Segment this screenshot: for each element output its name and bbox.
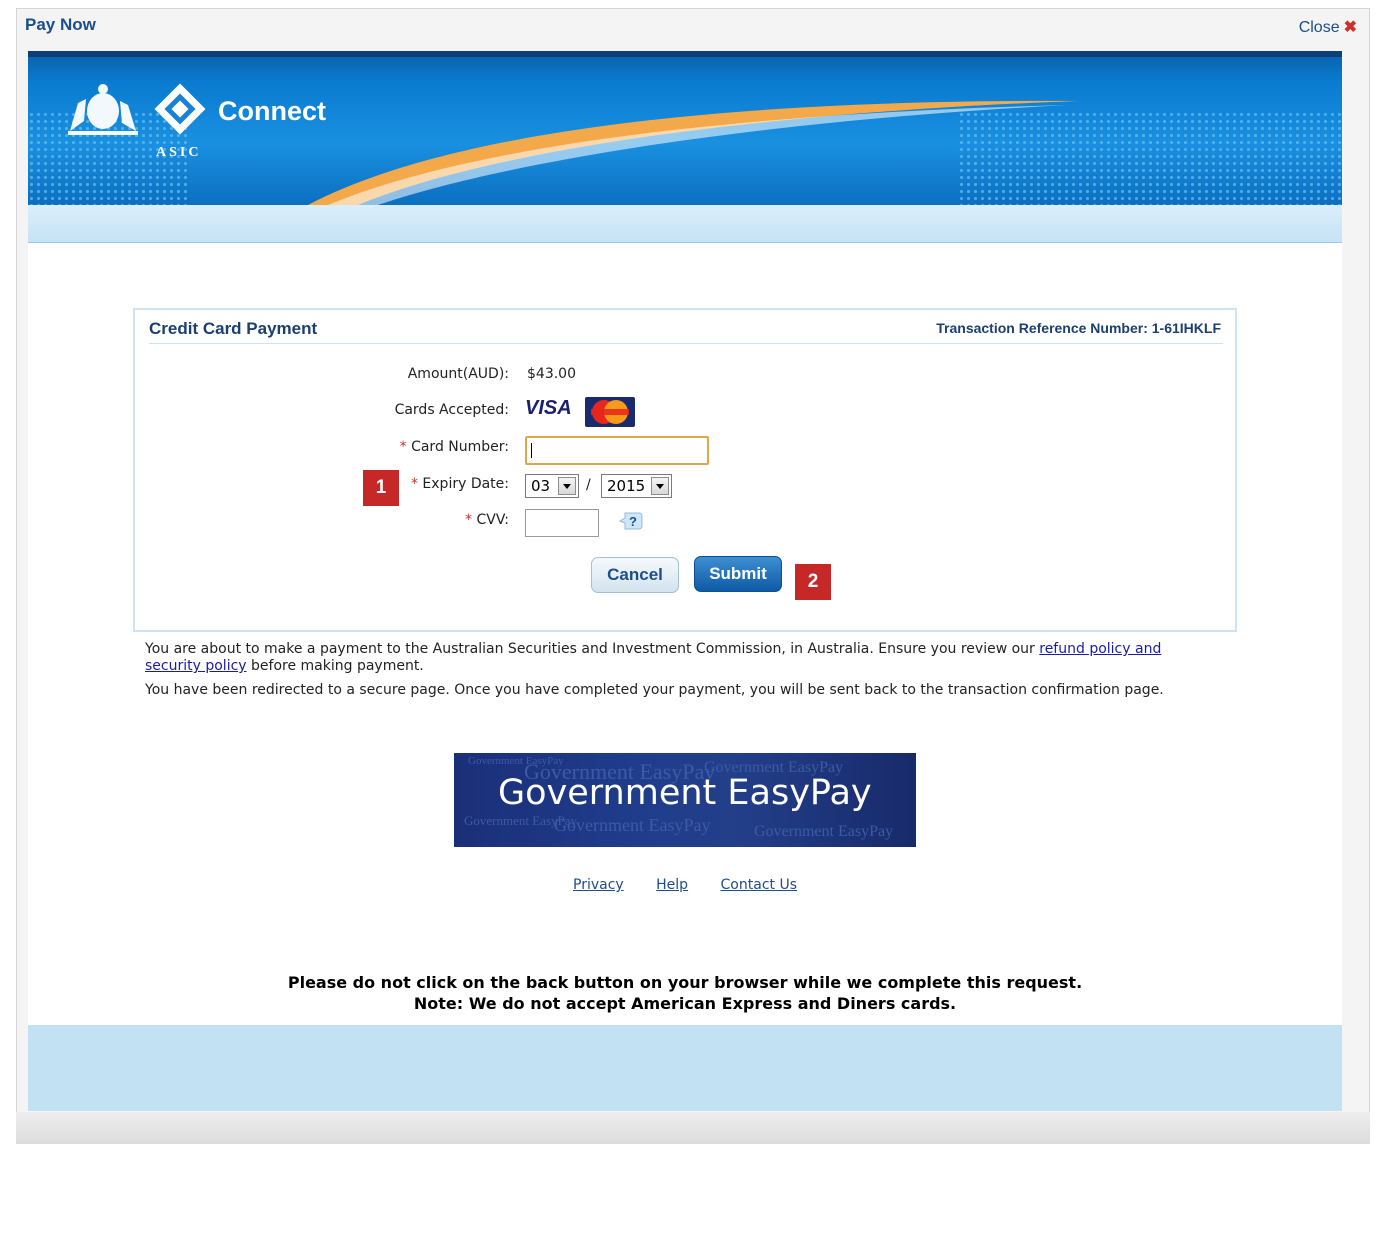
cards-accepted-label: Cards Accepted: bbox=[394, 402, 509, 418]
coat-of-arms-icon bbox=[68, 84, 138, 135]
cvv-input[interactable] bbox=[525, 509, 599, 537]
help-link[interactable]: Help bbox=[656, 877, 688, 893]
info-paragraph-1: You are about to make a payment to the A… bbox=[145, 641, 1205, 675]
footer-band bbox=[28, 1025, 1342, 1111]
close-button[interactable]: Close ✖ bbox=[1299, 17, 1357, 37]
banner-swoosh bbox=[308, 100, 1078, 205]
cvv-label-text: CVV: bbox=[476, 512, 509, 528]
required-mark: * bbox=[465, 512, 473, 528]
header-subbar bbox=[28, 205, 1342, 243]
org-name: ASIC bbox=[156, 145, 202, 160]
dialog-title: Pay Now bbox=[25, 15, 96, 34]
warning-notice: Please do not click on the back button o… bbox=[28, 972, 1342, 1014]
annotation-badge-1: 1 bbox=[363, 470, 399, 506]
visa-logo: VISA bbox=[525, 397, 572, 419]
easypay-title: Government EasyPay bbox=[498, 773, 872, 813]
expiry-date-label: * Expiry Date: bbox=[411, 476, 509, 492]
chevron-down-icon[interactable] bbox=[558, 477, 576, 495]
government-easypay-banner: Government EasyPay Government EasyPay Go… bbox=[454, 753, 916, 847]
cancel-button[interactable]: Cancel bbox=[591, 557, 679, 593]
required-mark: * bbox=[399, 439, 407, 455]
panel-title: Credit Card Payment bbox=[149, 319, 318, 338]
svg-text:?: ? bbox=[629, 514, 637, 529]
card-number-input[interactable] bbox=[525, 436, 709, 465]
expiry-year-value: 2015 bbox=[607, 477, 646, 495]
dialog-footer-shade bbox=[16, 1112, 1370, 1144]
asic-logo-icon bbox=[154, 83, 206, 135]
submit-button[interactable]: Submit bbox=[694, 556, 782, 592]
amount-label: Amount(AUD): bbox=[407, 366, 509, 382]
annotation-badge-2: 2 bbox=[795, 564, 831, 600]
expiry-month-select[interactable]: 03 bbox=[525, 474, 579, 498]
brand-name: Connect bbox=[218, 96, 326, 126]
payment-frame: Connect ASIC Credit Card Payment Transac… bbox=[28, 51, 1342, 1111]
footer-links: Privacy Help Contact Us bbox=[28, 877, 1342, 893]
header-banner: Connect ASIC bbox=[28, 51, 1342, 205]
card-number-label: * Card Number: bbox=[400, 439, 509, 455]
text-caret bbox=[531, 443, 532, 458]
amount-value: $43.00 bbox=[527, 366, 576, 382]
mastercard-logo-icon bbox=[585, 397, 635, 427]
info-text-after: before making payment. bbox=[246, 658, 424, 674]
card-number-label-text: Card Number: bbox=[411, 439, 509, 455]
contact-us-link[interactable]: Contact Us bbox=[721, 877, 797, 893]
privacy-link[interactable]: Privacy bbox=[573, 877, 624, 893]
close-icon: ✖ bbox=[1343, 19, 1357, 36]
panel-divider bbox=[149, 343, 1223, 344]
chevron-down-icon[interactable] bbox=[651, 477, 669, 495]
info-paragraph-2: You have been redirected to a secure pag… bbox=[145, 682, 1164, 698]
warning-line-2: Note: We do not accept American Express … bbox=[413, 994, 957, 1013]
cvv-help-icon[interactable]: ? bbox=[619, 510, 643, 532]
expiry-separator: / bbox=[586, 477, 591, 493]
easypay-bg-text: Government EasyPay bbox=[554, 815, 711, 835]
warning-line-1: Please do not click on the back button o… bbox=[287, 973, 1083, 992]
expiry-label-text: Expiry Date: bbox=[422, 476, 509, 492]
close-label: Close bbox=[1298, 19, 1340, 36]
info-text-before: You are about to make a payment to the A… bbox=[145, 641, 1040, 657]
transaction-reference: Transaction Reference Number: 1-61IHKLF bbox=[936, 320, 1221, 336]
easypay-bg-text: Government EasyPay bbox=[754, 823, 894, 840]
required-mark: * bbox=[410, 476, 418, 492]
credit-card-panel: Credit Card Payment Transaction Referenc… bbox=[133, 308, 1237, 632]
cvv-label: * CVV: bbox=[465, 512, 509, 528]
expiry-year-select[interactable]: 2015 bbox=[601, 474, 672, 498]
expiry-month-value: 03 bbox=[531, 477, 551, 495]
